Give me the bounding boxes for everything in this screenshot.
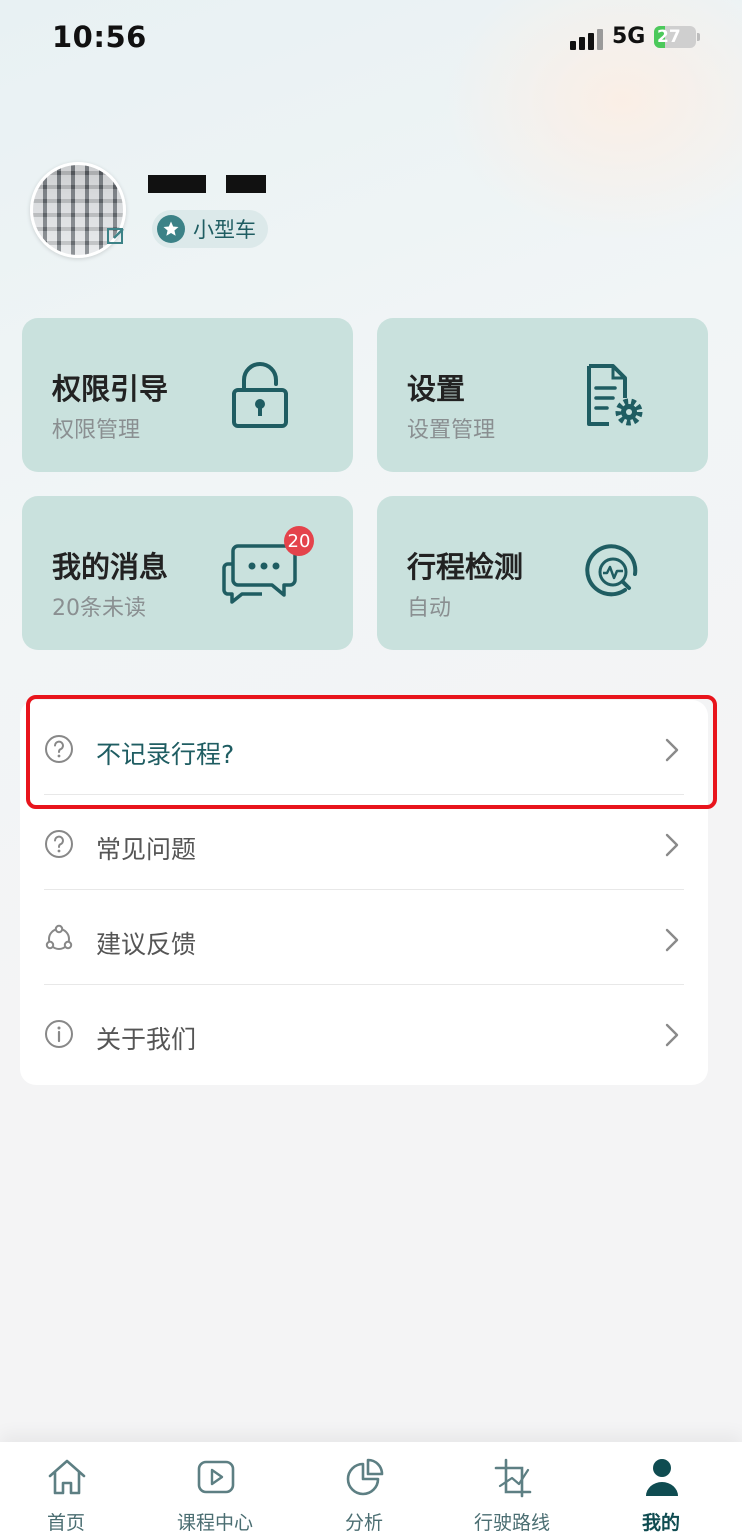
nav-label: 首页 (46, 1512, 85, 1534)
star-icon (157, 215, 185, 243)
network-label: 5G (612, 24, 646, 49)
trip-detect-icon (585, 544, 638, 597)
feedback-icon (45, 924, 73, 950)
home-icon (48, 1459, 86, 1495)
card-settings[interactable]: 设置 设置管理 (377, 318, 708, 472)
profile-screen: 10:56 5G 27 小型车 权限引导 权限管理 设置 设置管理 我的消息 2… (0, 0, 742, 1538)
question-icon (45, 830, 73, 858)
nav-mine[interactable]: 我的 (601, 1442, 721, 1538)
battery-icon: 27 (654, 26, 700, 48)
card-title: 权限引导 (52, 372, 169, 406)
bottom-nav: 首页 课程中心 分析 行驶路线 我的 (0, 1442, 742, 1538)
battery-level: 27 (657, 27, 681, 47)
card-title: 行程检测 (407, 550, 524, 584)
card-subtitle: 自动 (407, 596, 452, 621)
chevron-right-icon (665, 1023, 679, 1047)
card-title: 设置 (407, 372, 466, 406)
license-badge-label: 小型车 (193, 218, 256, 242)
chevron-right-icon (665, 928, 679, 952)
pie-chart-icon (346, 1458, 384, 1496)
card-permission-guide[interactable]: 权限引导 权限管理 (22, 318, 353, 472)
nav-label: 课程中心 (176, 1512, 253, 1534)
chevron-right-icon (665, 833, 679, 857)
list-item-faq[interactable]: 常见问题 (44, 795, 684, 890)
info-icon (45, 1020, 73, 1048)
play-icon (197, 1460, 235, 1494)
list-item-label: 建议反馈 (96, 930, 197, 959)
highlight-annotation (26, 695, 717, 809)
document-settings-icon (587, 364, 643, 426)
card-my-messages[interactable]: 我的消息 20条未读 20 (22, 496, 353, 650)
nav-label: 分析 (344, 1512, 383, 1534)
unread-badge: 20 (284, 526, 314, 556)
signal-icon (570, 28, 604, 50)
card-subtitle: 20条未读 (52, 596, 146, 621)
status-time: 10:56 (52, 20, 147, 54)
list-item-feedback[interactable]: 建议反馈 (44, 890, 684, 985)
status-bar: 10:56 5G 27 (0, 0, 742, 80)
username-redacted-2 (226, 175, 266, 193)
route-icon (494, 1458, 532, 1498)
card-title: 我的消息 (52, 550, 169, 584)
card-subtitle: 权限管理 (52, 418, 141, 443)
list-item-label: 常见问题 (96, 835, 197, 864)
nav-home[interactable]: 首页 (6, 1442, 126, 1538)
license-badge: 小型车 (152, 210, 268, 248)
user-icon (646, 1459, 678, 1496)
nav-course-center[interactable]: 课程中心 (155, 1442, 275, 1538)
card-trip-detection[interactable]: 行程检测 自动 (377, 496, 708, 650)
list-item-label: 关于我们 (96, 1025, 197, 1054)
nav-analysis[interactable]: 分析 (304, 1442, 424, 1538)
nav-label: 我的 (641, 1512, 680, 1534)
lock-icon (232, 362, 288, 428)
edit-icon[interactable] (106, 226, 126, 246)
username-redacted (148, 175, 206, 193)
list-item-about-us[interactable]: 关于我们 (44, 985, 684, 1080)
nav-driving-route[interactable]: 行驶路线 (452, 1442, 572, 1538)
nav-label: 行驶路线 (473, 1512, 550, 1534)
card-subtitle: 设置管理 (407, 418, 496, 443)
